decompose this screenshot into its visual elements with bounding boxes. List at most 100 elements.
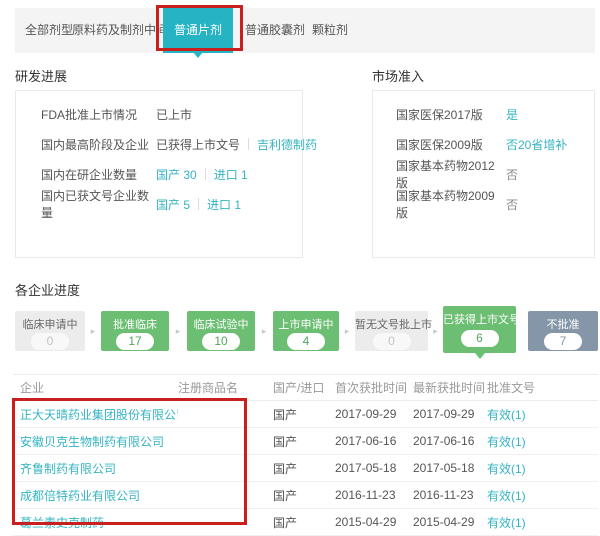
stage-label: 暂无文号批上市 <box>355 316 428 332</box>
rd-row-value: 已上市 <box>156 106 192 123</box>
latest-approval-cell: 2015-04-29 <box>413 509 487 536</box>
market-row-value: 否 <box>506 196 518 213</box>
market-row-nrdl-2009: 国家医保2009版 否20省增补 <box>373 129 594 159</box>
table-row: 正大天晴药业集团股份有限公司 国产 2017-09-29 2017-09-29 … <box>13 401 598 428</box>
col-header-first-approval: 首次获批时间 <box>335 375 413 401</box>
company-link[interactable]: 齐鲁制药有限公司 <box>20 462 116 476</box>
tab-plain-tablet[interactable]: 普通片剂 <box>163 8 233 53</box>
rd-row-label: 国内已获文号企业数量 <box>41 187 156 221</box>
rd-progress-card: FDA批准上市情况 已上市 国内最高阶段及企业 已获得上市文号 吉利德制药 国内… <box>15 90 303 258</box>
section-title-rd-progress: 研发进展 <box>15 66 67 85</box>
pipeline-stages: 临床申请中 0 ▸ 批准临床 17 ▸ 临床试验中 10 ▸ 上市申请中 4 ▸… <box>15 305 598 363</box>
company-link[interactable]: 葛兰素史克制药 <box>20 516 104 530</box>
arrow-right-icon: ▸ <box>255 311 273 351</box>
rd-row-in-research-count: 国内在研企业数量 国产 30 进口 1 <box>16 159 302 189</box>
origin-cell: 国产 <box>273 455 335 482</box>
tab-all-dosage-forms[interactable]: 全部剂型 <box>25 8 73 53</box>
section-title-company-progress: 各企业进度 <box>15 280 80 299</box>
market-row-label: 国家基本药物2009版 <box>396 187 506 221</box>
rd-row-value: 已获得上市文号 <box>156 136 240 153</box>
market-row-label: 国家医保2009版 <box>396 136 506 153</box>
latest-approval-cell: 2017-09-29 <box>413 401 487 428</box>
license-link[interactable]: 有效(1) <box>487 408 526 422</box>
tab-granule[interactable]: 颗粒剂 <box>312 8 348 53</box>
first-approval-cell: 2016-11-23 <box>335 482 413 509</box>
market-row-value-link[interactable]: 是 <box>506 106 518 123</box>
stage-approved-no-license[interactable]: 暂无文号批上市 0 <box>355 311 428 351</box>
selected-tab-pointer-icon <box>193 52 203 58</box>
tab-capsule[interactable]: 普通胶囊剂 <box>245 8 305 53</box>
table-row: 葛兰素史克制药 国产 2015-04-29 2015-04-29 有效(1) <box>13 509 598 536</box>
stage-label: 上市申请中 <box>273 316 339 332</box>
latest-approval-cell: 2017-05-18 <box>413 455 487 482</box>
brand-cell <box>178 482 273 509</box>
rd-row-label: FDA批准上市情况 <box>41 106 156 123</box>
stage-label: 临床申请中 <box>15 316 85 332</box>
col-header-brand: 注册商品名 <box>178 375 273 401</box>
col-header-license: 批准文号 <box>487 375 598 401</box>
brand-cell <box>178 455 273 482</box>
table-header-row: 企业 注册商品名 国产/进口 首次获批时间 最新获批时间 批准文号 <box>13 375 598 401</box>
vertical-divider <box>198 198 199 210</box>
license-link[interactable]: 有效(1) <box>487 516 526 530</box>
stage-count-badge: 6 <box>461 330 499 347</box>
dosage-form-tabbar: 全部剂型 原料药及制剂中间体 普通片剂 普通胶囊剂 颗粒剂 <box>15 8 595 53</box>
stage-license-obtained[interactable]: 已获得上市文号 6 <box>443 306 516 353</box>
rd-row-label: 国内最高阶段及企业 <box>41 136 156 153</box>
stage-count-badge: 7 <box>544 333 582 350</box>
stage-count-badge: 10 <box>202 333 240 350</box>
stage-count-badge: 17 <box>116 333 154 350</box>
import-count-link[interactable]: 进口 1 <box>207 196 241 213</box>
col-header-origin: 国产/进口 <box>273 375 335 401</box>
company-link[interactable]: 安徽贝克生物制药有限公司 <box>20 435 164 449</box>
col-header-company: 企业 <box>13 375 178 401</box>
origin-cell: 国产 <box>273 401 335 428</box>
market-row-value-link[interactable]: 否20省增补 <box>506 136 567 153</box>
stage-count-badge: 0 <box>373 333 411 350</box>
selected-stage-pointer-icon <box>475 353 485 359</box>
first-approval-cell: 2017-06-16 <box>335 428 413 455</box>
domestic-count-link[interactable]: 国产 5 <box>156 196 190 213</box>
col-header-latest-approval: 最新获批时间 <box>413 375 487 401</box>
company-link[interactable]: 成都倍特药业有限公司 <box>20 489 140 503</box>
origin-cell: 国产 <box>273 428 335 455</box>
rd-row-fda: FDA批准上市情况 已上市 <box>16 99 302 129</box>
license-link[interactable]: 有效(1) <box>487 435 526 449</box>
section-title-market-access: 市场准入 <box>372 66 424 85</box>
market-row-value: 否 <box>506 166 518 183</box>
first-approval-cell: 2015-04-29 <box>335 509 413 536</box>
market-row-eml-2012: 国家基本药物2012版 否 <box>373 159 594 189</box>
first-approval-cell: 2017-09-29 <box>335 401 413 428</box>
stage-label: 临床试验中 <box>187 316 255 332</box>
company-link-gilead[interactable]: 吉利德制药 <box>257 136 317 153</box>
import-count-link[interactable]: 进口 1 <box>214 166 248 183</box>
brand-cell <box>178 401 273 428</box>
first-approval-cell: 2017-05-18 <box>335 455 413 482</box>
rd-row-highest-stage: 国内最高阶段及企业 已获得上市文号 吉利德制药 <box>16 129 302 159</box>
stage-clinical-approved[interactable]: 批准临床 17 <box>101 311 169 351</box>
rd-row-label: 国内在研企业数量 <box>41 166 156 183</box>
market-row-label: 国家医保2017版 <box>396 106 506 123</box>
stage-label: 不批准 <box>528 316 598 332</box>
stage-label: 批准临床 <box>101 316 169 332</box>
license-link[interactable]: 有效(1) <box>487 462 526 476</box>
domestic-count-link[interactable]: 国产 30 <box>156 166 197 183</box>
latest-approval-cell: 2017-06-16 <box>413 428 487 455</box>
company-link[interactable]: 正大天晴药业集团股份有限公司 <box>20 408 178 422</box>
rd-row-licensed-count: 国内已获文号企业数量 国产 5 进口 1 <box>16 189 302 219</box>
arrow-right-icon: ▸ <box>339 311 355 351</box>
table-row: 安徽贝克生物制药有限公司 国产 2017-06-16 2017-06-16 有效… <box>13 428 598 455</box>
stage-not-approved[interactable]: 不批准 7 <box>528 311 598 351</box>
arrow-right-icon: ▸ <box>85 311 101 351</box>
origin-cell: 国产 <box>273 509 335 536</box>
table-row: 成都倍特药业有限公司 国产 2016-11-23 2016-11-23 有效(1… <box>13 482 598 509</box>
arrow-right-icon: ▸ <box>428 311 443 351</box>
stage-clinical-trial[interactable]: 临床试验中 10 <box>187 311 255 351</box>
tab-plain-tablet-label: 普通片剂 <box>174 23 222 37</box>
stage-marketing-applying[interactable]: 上市申请中 4 <box>273 311 339 351</box>
table-row: 齐鲁制药有限公司 国产 2017-05-18 2017-05-18 有效(1) <box>13 455 598 482</box>
stage-clinical-applying[interactable]: 临床申请中 0 <box>15 311 85 351</box>
arrow-right-icon: ▸ <box>169 311 187 351</box>
stage-count-badge: 0 <box>31 333 69 350</box>
license-link[interactable]: 有效(1) <box>487 489 526 503</box>
